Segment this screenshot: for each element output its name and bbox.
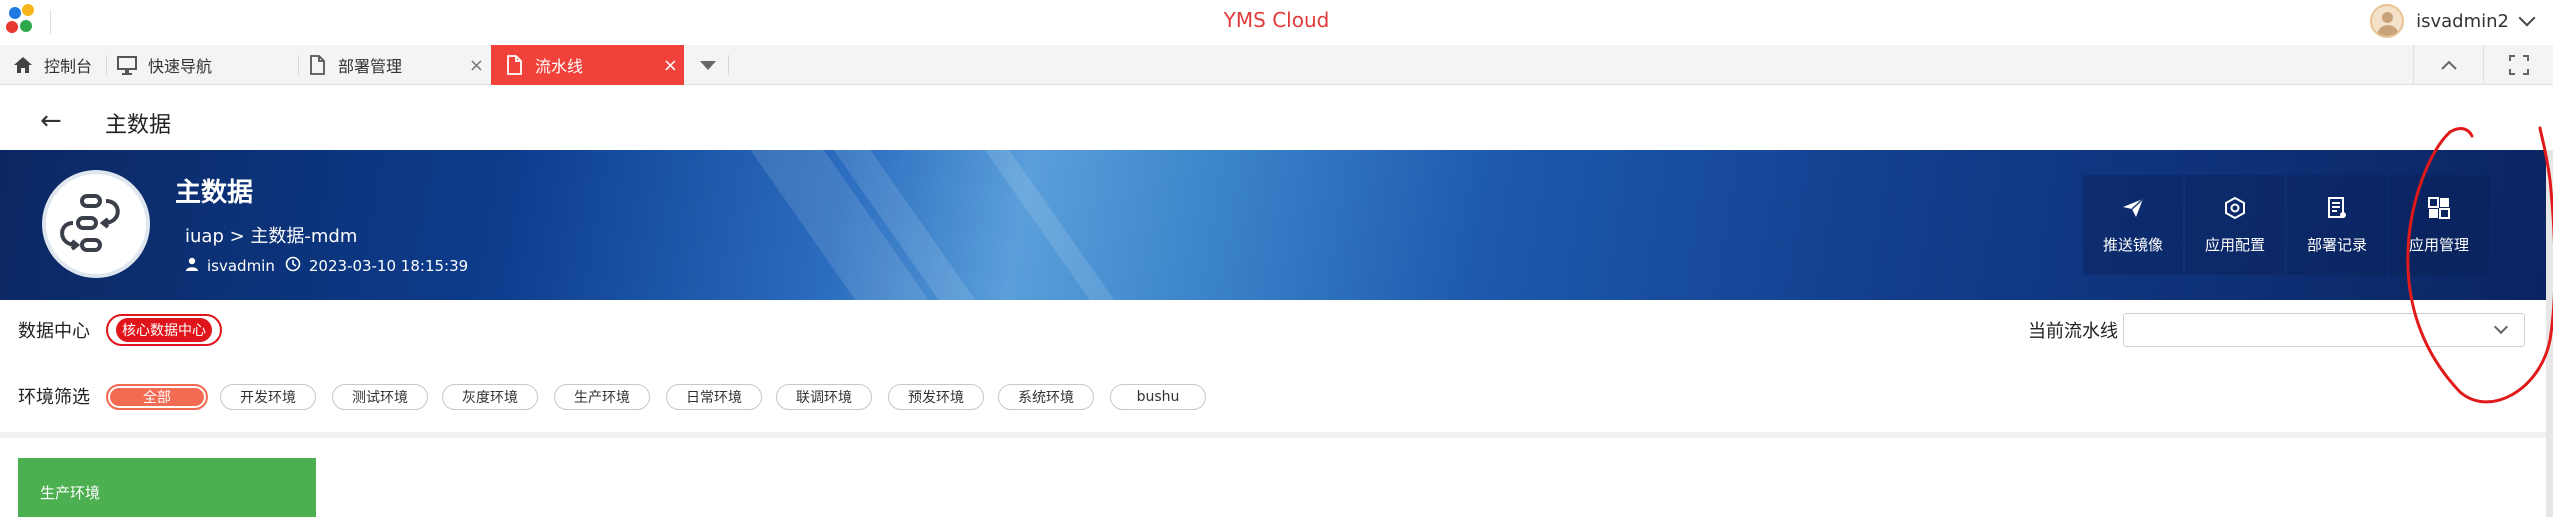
tab-label: 快速导航 [148, 57, 213, 76]
app-title: YMS Cloud [1223, 8, 1330, 32]
tab-deploy-management[interactable]: 部署管理 × [306, 45, 490, 85]
page-title: 主数据 [105, 113, 172, 138]
env-filter-label: 环境筛选 [18, 387, 90, 408]
push-image-button[interactable]: 推送镜像 [2083, 175, 2183, 275]
top-bar: YMS Cloud isvadmin2 [0, 0, 2553, 42]
close-icon[interactable]: × [663, 55, 678, 76]
divider [0, 432, 2546, 438]
tab-label: 流水线 [535, 57, 584, 76]
chevron-down-icon[interactable] [2518, 9, 2536, 27]
env-chip-bushu[interactable]: bushu [1110, 384, 1206, 410]
author: isvadmin [207, 257, 275, 275]
document-icon [306, 54, 328, 76]
env-chip-staging[interactable]: 预发环境 [888, 384, 984, 410]
env-chip-prod[interactable]: 生产环境 [554, 384, 650, 410]
user-icon [185, 257, 199, 275]
env-filter-row: 环境筛选 全部 开发环境 测试环境 灰度环境 生产环境 日常环境 联调环境 预发… [0, 376, 2553, 416]
divider [106, 55, 107, 75]
home-icon [12, 54, 34, 76]
datacenter-label: 数据中心 [18, 321, 90, 342]
pipeline-select[interactable] [2123, 313, 2525, 347]
tab-bar: 控制台 快速导航 部署管理 × 流水线 × [0, 45, 2553, 85]
paper-plane-icon [2121, 196, 2145, 220]
hexagon-gear-icon [2223, 196, 2247, 220]
action-label: 应用管理 [2408, 235, 2469, 254]
env-chip-daily[interactable]: 日常环境 [666, 384, 762, 410]
collapse-button[interactable] [2413, 45, 2483, 85]
breadcrumb: iuap > 主数据-mdm [185, 226, 358, 247]
monitor-icon [116, 54, 138, 76]
username[interactable]: isvadmin2 [2416, 11, 2509, 32]
document-icon [503, 54, 525, 76]
user-menu[interactable]: isvadmin2 [2370, 4, 2536, 38]
tab-label: 控制台 [44, 57, 93, 76]
action-label: 部署记录 [2306, 235, 2367, 254]
chevron-up-icon [2440, 60, 2457, 70]
deploy-record-button[interactable]: 部署记录 [2287, 175, 2387, 275]
env-card-label: 生产环境 [40, 484, 101, 502]
action-label: 推送镜像 [2102, 235, 2163, 254]
datacenter-row: 数据中心 核心数据中心 当前流水线 [0, 310, 2553, 350]
tab-tools [2413, 45, 2553, 85]
app-management-button[interactable]: 应用管理 [2389, 175, 2489, 275]
page-header: ← 主数据 [0, 92, 2553, 150]
chevron-down-icon [2493, 319, 2509, 335]
caret-down-icon [700, 60, 716, 70]
banner-actions: 推送镜像 应用配置 部署记录 应用管理 [2081, 175, 2489, 275]
env-chip-integration[interactable]: 联调环境 [776, 384, 872, 410]
fullscreen-icon [2508, 55, 2529, 75]
app-config-button[interactable]: 应用配置 [2185, 175, 2285, 275]
action-label: 应用配置 [2204, 235, 2265, 254]
tab-pipeline[interactable]: 流水线 × [491, 45, 684, 85]
clock-icon [285, 256, 301, 276]
grid-icon [2427, 196, 2451, 220]
banner-meta: isvadmin 2023-03-10 18:15:39 [185, 256, 468, 276]
app-banner: 主数据 iuap > 主数据-mdm isvadmin 2023-03-10 1… [0, 150, 2553, 300]
avatar[interactable] [2370, 4, 2405, 38]
tab-console[interactable]: 控制台 [12, 45, 112, 85]
pipeline-label: 当前流水线 [2028, 321, 2118, 342]
record-icon [2325, 196, 2349, 220]
env-chip-system[interactable]: 系统环境 [998, 384, 1094, 410]
fullscreen-button[interactable] [2483, 45, 2553, 85]
divider [298, 55, 299, 75]
env-chip-all[interactable]: 全部 [106, 384, 208, 410]
close-icon[interactable]: × [469, 55, 484, 76]
timestamp: 2023-03-10 18:15:39 [308, 257, 469, 275]
tab-label: 部署管理 [338, 57, 403, 76]
tab-quick-nav[interactable]: 快速导航 [116, 45, 296, 85]
tab-overflow-button[interactable] [688, 45, 728, 85]
master-data-app-icon [42, 170, 150, 278]
env-card-prod[interactable]: 生产环境 [18, 458, 316, 517]
datacenter-chip[interactable]: 核心数据中心 [106, 314, 222, 346]
banner-decoration [977, 150, 1143, 300]
env-chip-dev[interactable]: 开发环境 [220, 384, 316, 410]
back-arrow-icon[interactable]: ← [40, 106, 62, 136]
env-chip-test[interactable]: 测试环境 [332, 384, 428, 410]
datacenter-value: 核心数据中心 [116, 318, 212, 342]
banner-title: 主数据 [175, 178, 254, 208]
divider [728, 55, 729, 75]
env-chip-gray[interactable]: 灰度环境 [442, 384, 538, 410]
